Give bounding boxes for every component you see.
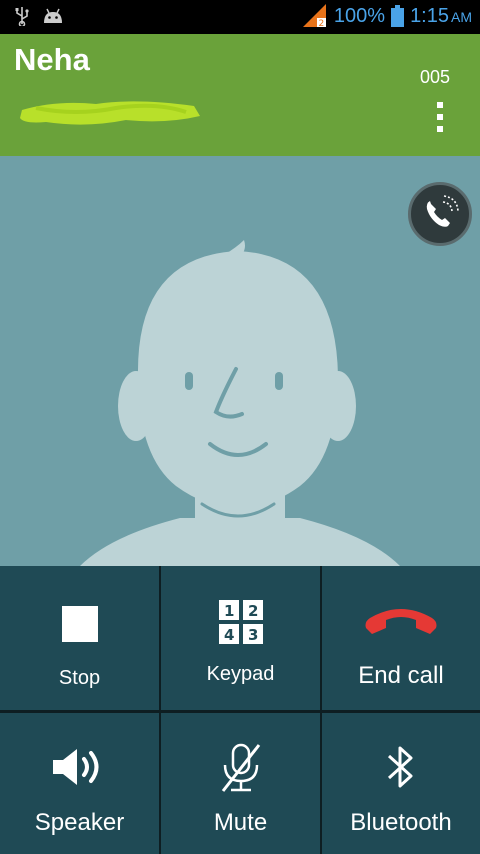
status-bar: 2 100% 1:15 AM [0, 0, 480, 34]
bluetooth-label: Bluetooth [350, 809, 452, 836]
mute-label: Mute [213, 809, 268, 836]
stop-label: Stop [58, 667, 101, 689]
svg-text:2: 2 [318, 19, 324, 28]
keypad-digit-1: 1 [224, 602, 234, 620]
keypad-digit-3: 3 [248, 626, 258, 644]
keypad-label: Keypad [206, 663, 275, 685]
mute-button[interactable]: Mute [161, 713, 320, 854]
clock-time: 1:15 [410, 4, 449, 27]
in-call-controls: Stop 1 2 4 3 Keypad End call Speaker Mut… [0, 566, 480, 854]
battery-percent: 100% [333, 4, 386, 27]
call-duration: 005 [419, 67, 450, 87]
contact-photo [0, 156, 480, 566]
keypad-button[interactable]: 1 2 4 3 Keypad [161, 566, 320, 710]
keypad-digit-4: 4 [224, 626, 234, 644]
speaker-icon [52, 749, 98, 785]
more-options-icon[interactable] [436, 102, 444, 134]
clock: 1:15 AM [410, 5, 472, 28]
end-call-icon [365, 609, 437, 634]
bluetooth-button[interactable]: Bluetooth [322, 713, 480, 854]
signal-icon: 2 [302, 4, 326, 28]
keypad-digit-2: 2 [248, 602, 258, 620]
redacted-number [20, 101, 200, 125]
status-left [14, 6, 64, 26]
dialpad-icon: 1 2 4 3 [218, 600, 263, 644]
stop-button[interactable]: Stop [0, 566, 159, 710]
end-call-label: End call [358, 662, 444, 689]
speaker-button[interactable]: Speaker [0, 713, 159, 854]
caller-name: Neha [14, 42, 90, 77]
speaker-label: Speaker [34, 809, 125, 836]
status-right: 2 100% 1:15 AM [302, 4, 472, 28]
usb-icon [15, 7, 29, 26]
call-header: Neha 005 [0, 34, 480, 156]
android-icon [44, 8, 62, 23]
end-call-button[interactable]: End call [322, 566, 480, 710]
bluetooth-icon [387, 746, 413, 788]
battery-icon [391, 5, 405, 27]
clock-ampm: AM [451, 8, 472, 25]
hd-voice-icon[interactable] [408, 182, 472, 246]
stop-icon [61, 606, 98, 642]
mic-muted-icon [221, 743, 260, 792]
